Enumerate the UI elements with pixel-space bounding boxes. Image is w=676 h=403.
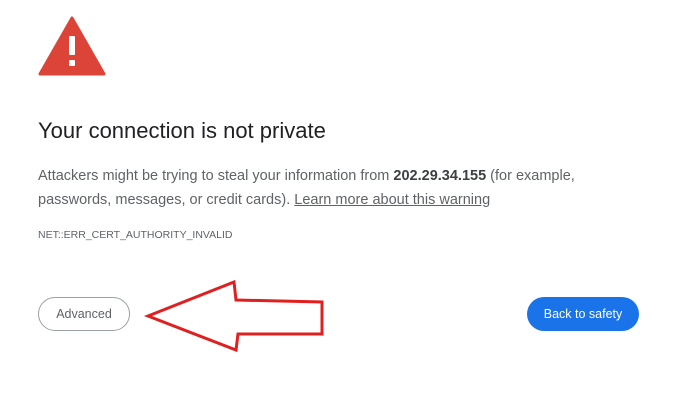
learn-more-link[interactable]: Learn more about this warning xyxy=(294,192,490,208)
advanced-button[interactable]: Advanced xyxy=(38,297,130,331)
host-address: 202.29.34.155 xyxy=(393,168,487,184)
page-title: Your connection is not private xyxy=(38,118,326,143)
warning-triangle-icon xyxy=(38,16,106,76)
back-to-safety-button[interactable]: Back to safety xyxy=(527,297,639,331)
red-arrow-annotation xyxy=(143,279,324,353)
warning-description: Attackers might be trying to steal your … xyxy=(38,164,638,212)
description-text-start: Attackers might be trying to steal your … xyxy=(38,168,394,184)
error-code: NET::ERR_CERT_AUTHORITY_INVALID xyxy=(38,229,233,241)
